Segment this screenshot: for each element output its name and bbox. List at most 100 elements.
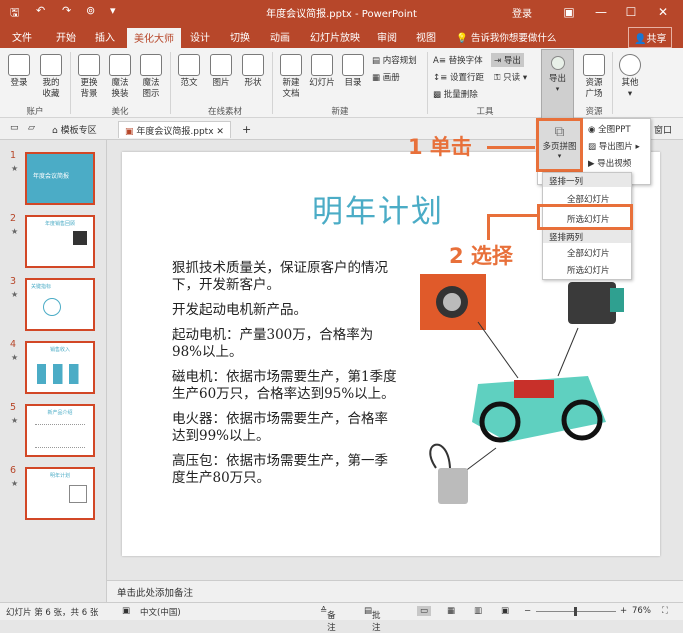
body-paragraph: 起动电机：产量300万，合格率为98%以上。 [172, 327, 374, 360]
new-slide-button[interactable]: 幻灯片 [307, 54, 337, 89]
motorcycle-parts-diagram[interactable] [418, 272, 648, 522]
tab-slideshow[interactable]: 幻灯片放映 [310, 29, 360, 44]
close-tab-icon[interactable]: ✕ [216, 127, 224, 137]
tab-design[interactable]: 设计 [190, 29, 210, 44]
slide-counter: 幻灯片 第 6 张，共 6 张 [6, 608, 99, 618]
refresh-icon [78, 54, 100, 76]
replace-font-button[interactable]: A≡ 替换字体 [433, 54, 483, 66]
window-cut-label: 窗口 [654, 126, 673, 136]
notes-pane[interactable]: 单击此处添加备注 [107, 580, 683, 602]
other-button[interactable]: 其他 ▾ [615, 54, 645, 100]
login-button[interactable]: 登录 [4, 54, 34, 89]
zoom-slider-thumb[interactable] [574, 607, 577, 616]
menu-selected-slides-2[interactable]: 所选幻灯片 [567, 264, 610, 276]
share-button[interactable]: 👤共享 [628, 27, 673, 48]
thumbnail-6[interactable]: 明年计划 [25, 467, 95, 520]
thumbnail-4[interactable]: 销售收入 [25, 341, 95, 394]
minimize-icon[interactable]: — [592, 3, 610, 21]
album-button[interactable]: ▦ 画册 [372, 71, 400, 83]
thumbnail-5[interactable]: 新产品介绍 [25, 404, 95, 457]
multipage-collage-button[interactable]: ⧉ 多页拼图 ▾ [536, 118, 583, 172]
slide-sorter-icon[interactable]: ▦ [447, 606, 455, 616]
body-paragraph: 狠抓技术质量关，保证原客户的情况下，开发新客户。 [172, 260, 388, 293]
thumbnail-1[interactable]: 年度会议简报 [25, 152, 95, 205]
star-icon: ★ [11, 227, 19, 236]
zoom-level[interactable]: 76% [632, 606, 651, 616]
menu-all-slides-2[interactable]: 全部幻灯片 [567, 247, 610, 259]
slideshow-icon[interactable]: ▣ [501, 606, 509, 616]
resource-plaza-button[interactable]: 资源 广场 [579, 54, 609, 100]
maximize-icon[interactable]: ☐ [622, 3, 640, 21]
shapes-button[interactable]: 形状 [238, 54, 268, 89]
lightbulb-icon: 💡 [456, 33, 468, 44]
callout-line [487, 214, 537, 217]
home-icon: ⌂ [52, 126, 58, 136]
line-spacing-button[interactable]: ↕≡ 设置行距 [433, 71, 484, 83]
sample-text-button[interactable]: 范文 [174, 54, 204, 89]
close-icon[interactable]: ✕ [654, 3, 672, 21]
zoom-in-icon[interactable]: + [620, 606, 627, 616]
body-paragraph: 高压包：依据市场需要生产，第一季度生产80万只。 [172, 453, 388, 486]
language-indicator[interactable]: 中文(中国) [140, 606, 181, 618]
slide-body-text[interactable]: 狠抓技术质量关，保证原客户的情况下，开发新客户。 开发起动电机新产品。 起动电机… [172, 260, 397, 495]
normal-view-icon[interactable]: ▭ [417, 606, 432, 616]
dropdown-arrow-icon: ▾ [555, 85, 560, 93]
body-paragraph: 磁电机：依据市场需要生产，第1季度生产60万只，合格率达到95%以上。 [172, 369, 397, 402]
favorites-button[interactable]: 我的 收藏 [36, 54, 66, 100]
images-button[interactable]: 图片 [206, 54, 236, 89]
tab-review[interactable]: 审阅 [377, 29, 397, 44]
slide-thumbnails-pane: 1 ★ 年度会议简报 2 ★ 年度销售回顾 3 ★ 关键指标 4 ★ 销售收入 … [0, 140, 107, 602]
export-button[interactable]: 导出 ▾ [541, 49, 574, 119]
section-header: 竖排两列 [543, 229, 631, 243]
tab-animations[interactable]: 动画 [270, 29, 290, 44]
person-icon: 👤 [634, 34, 647, 45]
ribbon-display-icon[interactable]: ▣ [560, 3, 578, 21]
reading-view-icon[interactable]: ▥ [474, 606, 482, 616]
thumb-graphic [43, 298, 61, 316]
group-label-beautify: 美化 [111, 107, 129, 117]
callout-line [487, 146, 535, 149]
batch-delete-button[interactable]: ▩ 批量删除 [433, 88, 478, 100]
thumbnail-2[interactable]: 年度销售回顾 [25, 215, 95, 268]
tab-transitions[interactable]: 切换 [230, 29, 250, 44]
comments-toggle[interactable]: ▤ 批注 [364, 606, 381, 633]
star-icon: ★ [11, 290, 19, 299]
zoom-out-icon[interactable]: − [524, 606, 531, 616]
new-tab-icon[interactable]: + [236, 121, 257, 138]
export-icon [550, 56, 565, 70]
new-document-button[interactable]: 新建 文档 [276, 54, 306, 100]
thumb-number: 6 [10, 465, 17, 476]
magic-dress-button[interactable]: 魔法 换装 [105, 54, 135, 100]
notes-toggle[interactable]: ≙ 备注 [320, 606, 336, 633]
change-background-button[interactable]: 更换 背景 [74, 54, 104, 100]
fit-to-window-icon[interactable]: ⛶ [662, 606, 668, 616]
thumb-number: 5 [10, 402, 17, 413]
magic-diagram-button[interactable]: 魔法 图示 [136, 54, 166, 100]
callout-step1: 1 单击 [408, 135, 472, 159]
tell-me-search[interactable]: 💡 告诉我你想要做什么 [456, 30, 556, 44]
read-only-button[interactable]: ⚿ 只读 ▾ [494, 71, 527, 83]
callout-line [487, 214, 490, 240]
thumbnail-3[interactable]: 关键指标 [25, 278, 95, 331]
open-folder-icon[interactable]: ▱ [22, 121, 41, 138]
slide-title[interactable]: 明年计划 [312, 186, 444, 231]
tab-insert[interactable]: 插入 [95, 29, 115, 44]
doctab-template-zone[interactable]: ⌂ 模板专区 [46, 121, 103, 138]
toc-button[interactable]: 目录 [338, 54, 368, 89]
shapes-icon [242, 54, 264, 76]
login-link[interactable]: 登录 [512, 5, 532, 20]
cdi-box-photo [568, 282, 616, 324]
other-icon [619, 54, 641, 76]
menu-full-ppt[interactable]: ◉ 全图PPT [588, 123, 631, 135]
group-label-account: 账户 [26, 107, 44, 117]
menu-export-image[interactable]: ▨ 导出图片 ▸ [588, 140, 640, 152]
doctab-current-file[interactable]: ▣ 年度会议简报.pptx ✕ [118, 121, 231, 138]
tools-export-button[interactable]: ⇥ 导出 [491, 53, 524, 67]
tab-file[interactable]: 文件 [12, 29, 32, 44]
tab-view[interactable]: 视图 [416, 29, 436, 44]
thumb-number: 4 [10, 339, 17, 350]
tab-home[interactable]: 开始 [56, 29, 76, 44]
spellcheck-icon[interactable]: ▣ [122, 606, 130, 616]
menu-export-video[interactable]: ▶ 导出视频 [588, 157, 631, 169]
content-plan-button[interactable]: ▤ 内容规划 [372, 54, 417, 66]
